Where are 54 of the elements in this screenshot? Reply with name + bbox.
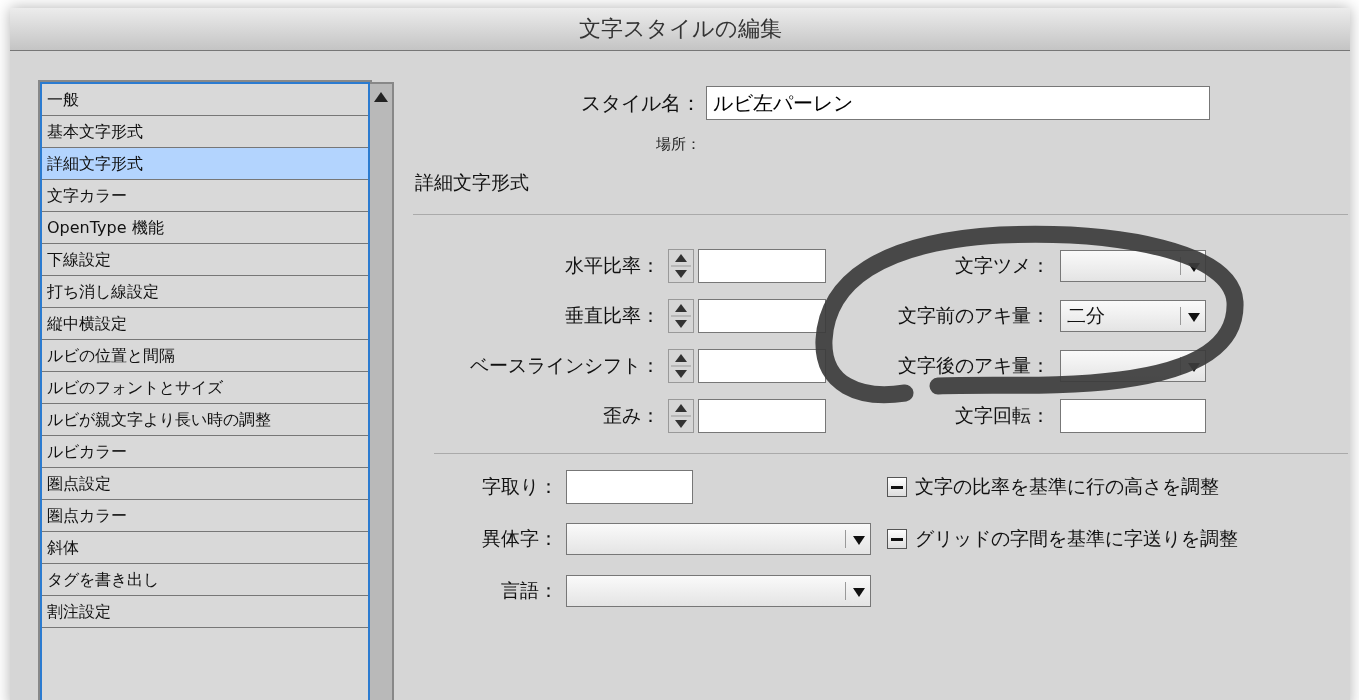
field-label: 言語： <box>500 578 558 603</box>
field-label: 文字後のアキ量： <box>897 353 1050 378</box>
checkbox-label[interactable]: グリッドの字間を基準に字送りを調整 <box>915 526 1238 552</box>
category-item[interactable]: 割注設定 <box>42 596 368 628</box>
spinner-icon[interactable] <box>668 299 694 333</box>
field-label: 文字ツメ： <box>954 253 1050 278</box>
checkbox[interactable] <box>887 529 907 549</box>
field-label: 文字前のアキ量： <box>897 303 1050 328</box>
caret-icon <box>1188 312 1200 322</box>
text-field[interactable] <box>1060 399 1206 433</box>
dropdown[interactable] <box>566 575 871 607</box>
number-field[interactable] <box>698 399 826 433</box>
field-label: ベースラインシフト： <box>469 353 660 378</box>
field-label: 歪み： <box>602 403 660 428</box>
category-item[interactable]: 斜体 <box>42 532 368 564</box>
number-field[interactable] <box>698 249 826 283</box>
section-heading: 詳細文字形式 <box>414 170 530 195</box>
category-item[interactable]: 一般 <box>42 84 368 116</box>
category-item[interactable]: 縦中横設定 <box>42 308 368 340</box>
dropdown[interactable]: 二分 <box>1060 300 1206 332</box>
category-item[interactable]: ルビのフォントとサイズ <box>42 372 368 404</box>
spinner-icon[interactable] <box>668 399 694 433</box>
dropdown[interactable] <box>566 523 871 555</box>
field-label: 異体字： <box>481 526 558 551</box>
style-name-field[interactable]: ルビ左パーレン <box>706 86 1210 120</box>
category-item[interactable]: タグを書き出し <box>42 564 368 596</box>
category-item[interactable]: 詳細文字形式 <box>42 148 368 180</box>
category-item[interactable]: 文字カラー <box>42 180 368 212</box>
category-item[interactable]: OpenType 機能 <box>42 212 368 244</box>
checkbox[interactable] <box>887 477 907 497</box>
category-item[interactable]: 圏点カラー <box>42 500 368 532</box>
field-label: 水平比率： <box>564 253 660 278</box>
field-label: 字取り： <box>481 474 558 499</box>
category-item[interactable]: ルビの位置と間隔 <box>42 340 368 372</box>
scroll-up-icon[interactable] <box>374 92 388 102</box>
spinner-icon[interactable] <box>668 249 694 283</box>
text-field[interactable] <box>566 470 693 504</box>
location-label: 場所： <box>656 135 701 154</box>
category-item[interactable]: 圏点設定 <box>42 468 368 500</box>
category-item[interactable]: 打ち消し線設定 <box>42 276 368 308</box>
style-name-label: スタイル名： <box>580 89 702 117</box>
category-item[interactable]: 下線設定 <box>42 244 368 276</box>
number-field[interactable] <box>698 299 826 333</box>
category-item[interactable]: ルビが親文字より長い時の調整 <box>42 404 368 436</box>
category-item[interactable]: ルビカラー <box>42 436 368 468</box>
caret-icon <box>853 587 865 597</box>
number-field[interactable] <box>698 349 826 383</box>
caret-icon <box>853 535 865 545</box>
field-label: 文字回転： <box>954 403 1050 428</box>
field-label: 垂直比率： <box>564 303 660 328</box>
spinner-icon[interactable] <box>668 349 694 383</box>
window-title: 文字スタイルの編集 <box>578 15 782 43</box>
checkbox-label[interactable]: 文字の比率を基準に行の高さを調整 <box>915 474 1219 500</box>
scrollbar[interactable] <box>370 82 394 700</box>
